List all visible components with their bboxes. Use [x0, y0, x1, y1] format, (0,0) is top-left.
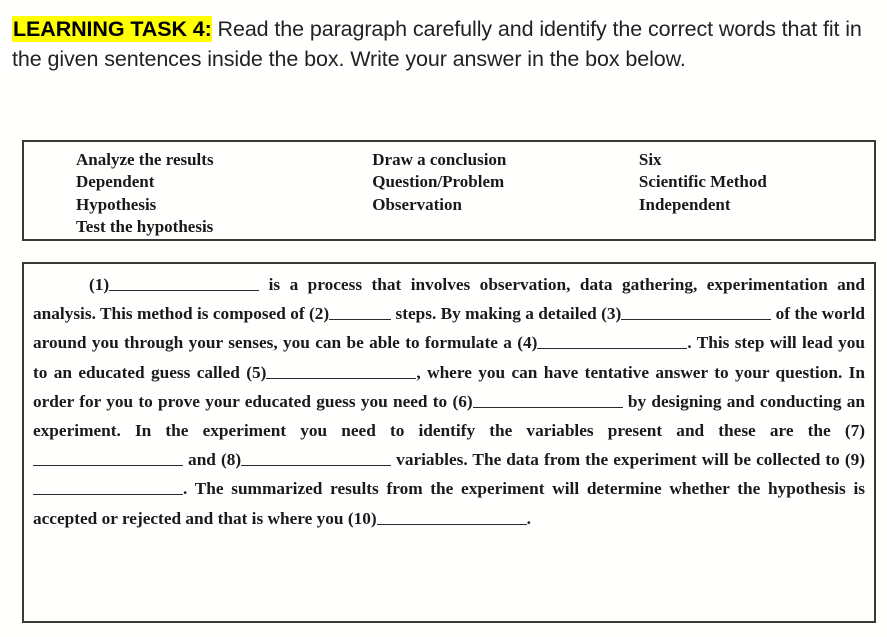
word-bank-item[interactable]: Scientific Method [639, 171, 866, 193]
word-bank-grid: Analyze the results Dependent Hypothesis… [76, 149, 866, 238]
cloze-number-1: (1) [89, 275, 110, 294]
answer-blank-2[interactable] [329, 305, 392, 321]
word-bank-column-3: Six Scientific Method Independent [639, 149, 866, 238]
word-bank-box: Analyze the results Dependent Hypothesis… [22, 140, 876, 241]
word-bank-item[interactable]: Dependent [76, 171, 372, 193]
answer-blank-6[interactable] [472, 393, 623, 408]
answer-blank-7[interactable] [33, 451, 183, 467]
cloze-text-7: and (8) [183, 450, 242, 470]
word-bank-column-1: Analyze the results Dependent Hypothesis… [76, 149, 372, 238]
cloze-paragraph: (1) is a process that involves observati… [33, 270, 865, 533]
word-bank-item[interactable]: Test the hypothesis [76, 216, 372, 238]
word-bank-item[interactable]: Analyze the results [76, 149, 372, 171]
answer-blank-5[interactable] [266, 364, 417, 379]
answer-blank-4[interactable] [537, 334, 688, 350]
word-bank-item[interactable]: Hypothesis [76, 194, 372, 216]
word-bank-item[interactable]: Question/Problem [372, 171, 639, 193]
cloze-text-8: variables. The data from the experiment … [391, 450, 866, 470]
worksheet-page: LEARNING TASK 4: Read the paragraph care… [0, 0, 887, 637]
answer-blank-10[interactable] [376, 510, 527, 525]
cloze-text-10: . [526, 508, 531, 528]
task-label-highlight: LEARNING TASK 4: [12, 16, 212, 42]
word-bank-item[interactable]: Independent [639, 194, 866, 216]
cloze-text-2: steps. By making a detailed (3) [391, 304, 622, 324]
answer-blank-1[interactable] [109, 276, 260, 291]
answer-blank-9[interactable] [33, 480, 183, 496]
answer-blank-8[interactable] [241, 451, 392, 467]
word-bank-column-2: Draw a conclusion Question/Problem Obser… [372, 149, 639, 238]
task-instruction: LEARNING TASK 4: Read the paragraph care… [12, 14, 870, 74]
word-bank-item[interactable]: Draw a conclusion [372, 149, 639, 171]
word-bank-item[interactable]: Observation [372, 194, 639, 216]
cloze-paragraph-box: (1) is a process that involves observati… [22, 262, 876, 623]
word-bank-item[interactable]: Six [639, 149, 866, 171]
answer-blank-3[interactable] [621, 305, 772, 321]
